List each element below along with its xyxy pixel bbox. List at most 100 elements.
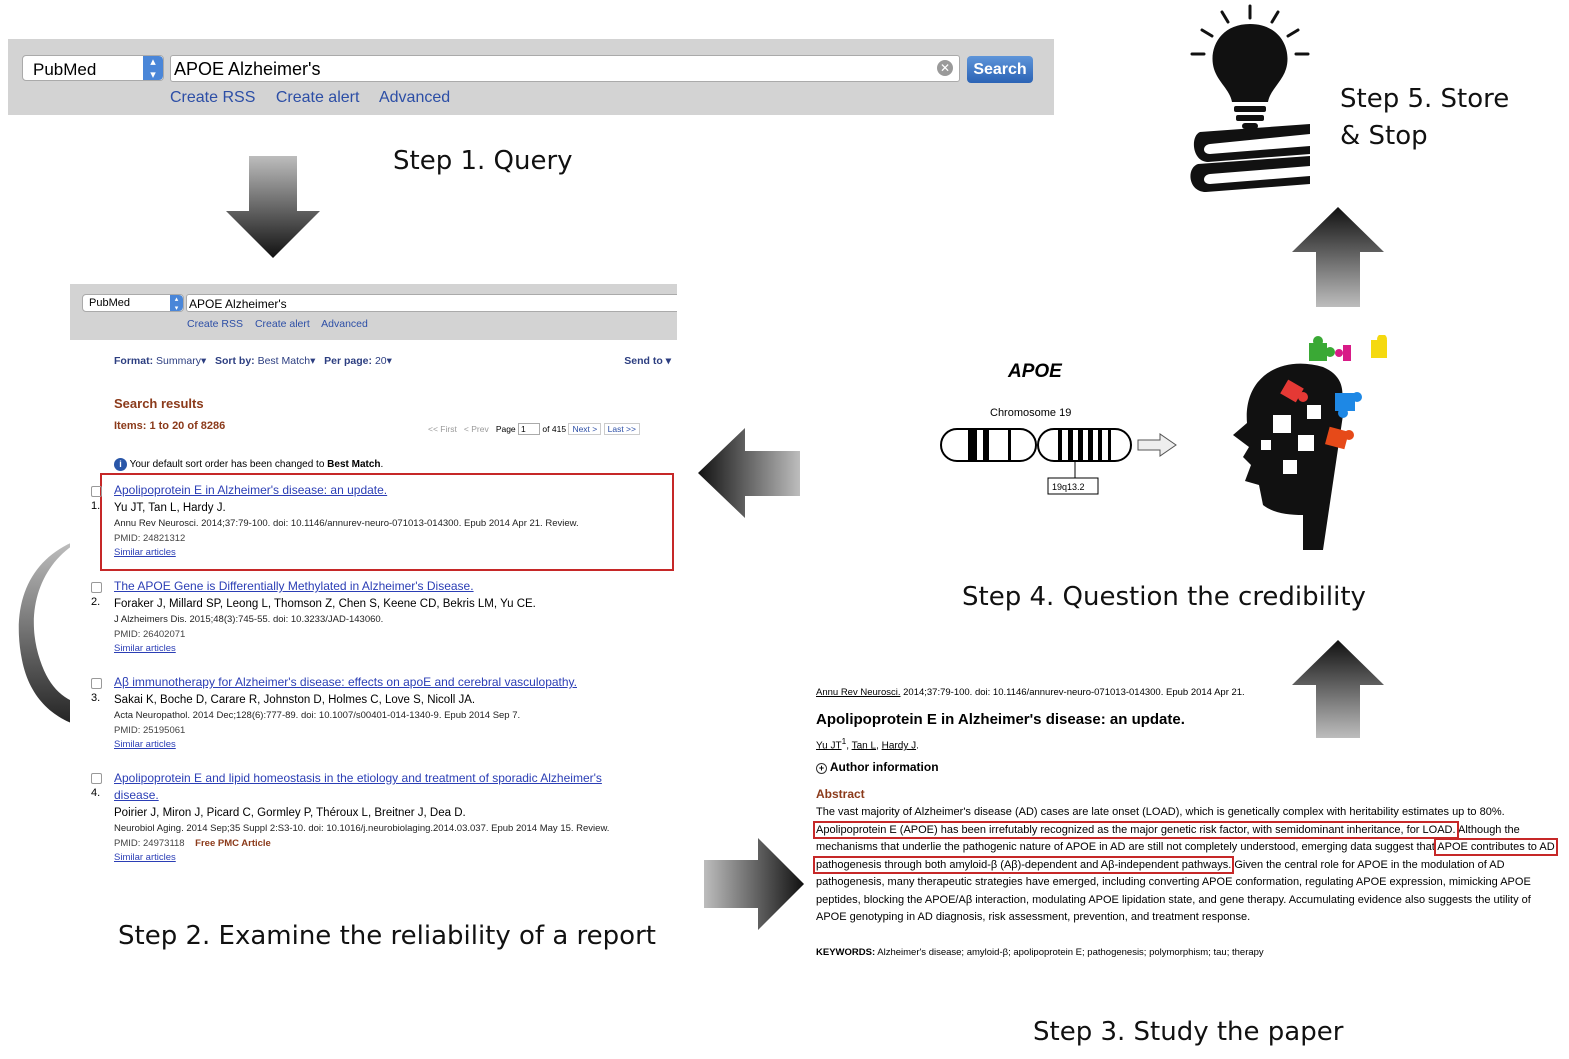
result-title[interactable]: Aβ immunotherapy for Alzheimer's disease… (114, 675, 674, 690)
result-citation: J Alzheimers Dis. 2015;48(3):745-55. doi… (114, 614, 384, 625)
results-database-select[interactable]: PubMed ▴ ▾ (82, 294, 184, 312)
result-pmid: PMID: 24973118 (114, 838, 185, 849)
pager-next[interactable]: Next > (568, 423, 602, 435)
result-authors: Poirier J, Miron J, Picard C, Gormley P,… (114, 807, 466, 819)
similar-articles-link[interactable]: Similar articles (114, 641, 674, 656)
result-item-3: 3. Aβ immunotherapy for Alzheimer's dise… (91, 675, 674, 752)
arrow-left (698, 428, 800, 518)
sort-caret-icon: ▾ (310, 355, 316, 367)
format-value[interactable]: Summary (156, 355, 201, 367)
results-search-bar: PubMed ▴ ▾ APOE Alzheimer's Create RSS Cr… (70, 284, 677, 340)
items-count: Items: 1 to 20 of 8286 (114, 420, 226, 432)
author-link[interactable]: Hardy J (882, 740, 916, 751)
search-results-page: PubMed ▴ ▾ APOE Alzheimer's Create RSS Cr… (70, 284, 677, 874)
pager-prev[interactable]: < Prev (464, 424, 489, 434)
abstract-body: The vast majority of Alzheimer's disease… (813, 804, 1562, 927)
search-button[interactable]: Search (967, 56, 1033, 83)
perpage-value[interactable]: 20 (375, 355, 387, 367)
expand-plus-icon: + (816, 763, 827, 775)
chromosome-diagram (940, 428, 1177, 495)
result-title[interactable]: The APOE Gene is Differentially Methylat… (114, 579, 674, 594)
result-checkbox[interactable] (91, 678, 102, 689)
display-settings: Format: Summary▾ Sort by: Best Match▾ Pe… (114, 355, 392, 367)
step3-label: Step 3. Study the paper (1033, 1017, 1344, 1047)
send-to-menu[interactable]: Send to ▾ (624, 355, 671, 367)
result-citation: Annu Rev Neurosci. 2014;37:79-100. doi: … (114, 518, 579, 529)
pager-page-input[interactable]: 1 (518, 423, 541, 435)
result-authors: Foraker J, Millard SP, Leong L, Thomson … (114, 598, 536, 610)
similar-articles-link[interactable]: Similar articles (114, 545, 674, 560)
locus-label: 19q13.2 (1052, 482, 1085, 492)
results-links: Create RSS Create alert Advanced (187, 318, 368, 330)
pager-last[interactable]: Last >> (603, 423, 640, 435)
result-title[interactable]: Apolipoprotein E and lipid homeostasis i… (114, 770, 634, 804)
arrow-up-upper (1292, 207, 1384, 307)
step5-label-line2: & Stop (1340, 121, 1428, 151)
author-link[interactable]: Tan L (852, 740, 876, 751)
results-database-value: PubMed (89, 297, 130, 309)
step2-label: Step 2. Examine the reliability of a rep… (118, 921, 656, 951)
result-authors: Yu JT, Tan L, Hardy J. (114, 502, 226, 514)
author-info-toggle[interactable]: + Author information (816, 759, 1562, 777)
lightbulb-books-icon (1190, 4, 1310, 192)
top-search-links: Create RSS Create alert Advanced (170, 89, 466, 107)
search-input-value: APOE Alzheimer's (174, 59, 321, 79)
results-search-input[interactable]: APOE Alzheimer's (186, 294, 677, 312)
results-create-alert-link[interactable]: Create alert (255, 318, 310, 330)
result-checkbox[interactable] (91, 582, 102, 593)
result-checkbox[interactable] (91, 773, 102, 784)
create-alert-link[interactable]: Create alert (276, 89, 360, 106)
results-create-rss-link[interactable]: Create RSS (187, 318, 243, 330)
keywords-value: Alzheimer's disease; amyloid-β; apolipop… (877, 946, 1264, 958)
select-arrows-icon: ▴ ▾ (143, 56, 163, 81)
arrow-right (704, 838, 804, 930)
chromosome-label: Chromosome 19 (990, 407, 1072, 419)
puzzle-piece-magenta-icon (1335, 345, 1351, 361)
pager-first[interactable]: << First (428, 424, 457, 434)
result-citation: Neurobiol Aging. 2014 Sep;35 Suppl 2:S3-… (114, 823, 610, 834)
search-input[interactable]: APOE Alzheimer's ✕ (170, 55, 960, 82)
send-to-caret-icon: ▾ (662, 355, 671, 367)
send-to-label: Send to (624, 355, 663, 367)
abstract-text-1: The vast majority of Alzheimer's disease… (816, 806, 1505, 819)
create-rss-link[interactable]: Create RSS (170, 89, 255, 106)
database-select[interactable]: PubMed ▴ ▾ (22, 55, 164, 81)
result-item-4: 4. Apolipoprotein E and lipid homeostasi… (91, 770, 634, 865)
gene-name: APOE (1008, 361, 1062, 382)
author-info-label: Author information (829, 760, 939, 775)
results-heading: Search results (114, 396, 204, 411)
puzzle-piece-green-icon (1309, 336, 1335, 361)
advanced-link[interactable]: Advanced (379, 89, 450, 106)
result-pmid: PMID: 26402071 (114, 629, 186, 640)
result-item-2: 2. The APOE Gene is Differentially Methy… (91, 579, 674, 656)
result-citation: Acta Neuropathol. 2014 Dec;128(6):777-89… (114, 710, 521, 721)
sort-value[interactable]: Best Match (258, 355, 311, 367)
puzzle-piece-yellow-icon (1371, 335, 1387, 358)
similar-articles-link[interactable]: Similar articles (114, 850, 634, 865)
info-icon: i (114, 458, 127, 471)
pager-page-label: Page (495, 424, 516, 434)
author-link[interactable]: Yu JT (816, 740, 842, 751)
abstract-citation-rest: 2014;37:79-100. doi: 10.1146/annurev-neu… (903, 687, 1245, 698)
result-pmid: PMID: 24821312 (114, 533, 186, 544)
top-search-bar: PubMed ▴ ▾ APOE Alzheimer's ✕ Search Crea… (8, 39, 1054, 115)
result-pmid-row: PMID: 24973118 Free PMC Article (114, 836, 634, 851)
step5-label-line1: Step 5. Store (1340, 84, 1510, 114)
result-number: 4. (91, 787, 101, 799)
result-authors: Sakai K, Boche D, Carare R, Johnston D, … (114, 694, 476, 706)
result-checkbox[interactable] (91, 486, 102, 497)
result-title[interactable]: Apolipoprotein E in Alzheimer's disease:… (114, 483, 674, 498)
result-number: 1. (91, 500, 101, 512)
clear-icon[interactable]: ✕ (937, 60, 953, 76)
perpage-label: Per page: (324, 355, 373, 367)
abstract-citation: Annu Rev Neurosci. 2014;37:79-100. doi: … (816, 686, 1562, 699)
abstract-authors: Yu JT1, Tan L, Hardy J. (816, 736, 919, 752)
results-advanced-link[interactable]: Advanced (321, 318, 368, 330)
format-label: Format: (114, 355, 154, 367)
notice-bold: Best Match (327, 459, 381, 470)
similar-articles-link[interactable]: Similar articles (114, 737, 674, 752)
abstract-keywords: KEYWORDS: Alzheimer's disease; amyloid-β… (816, 944, 1562, 962)
abstract-journal-link[interactable]: Annu Rev Neurosci. (816, 687, 900, 698)
result-number: 3. (91, 692, 101, 704)
keywords-label: KEYWORDS: (816, 946, 876, 958)
